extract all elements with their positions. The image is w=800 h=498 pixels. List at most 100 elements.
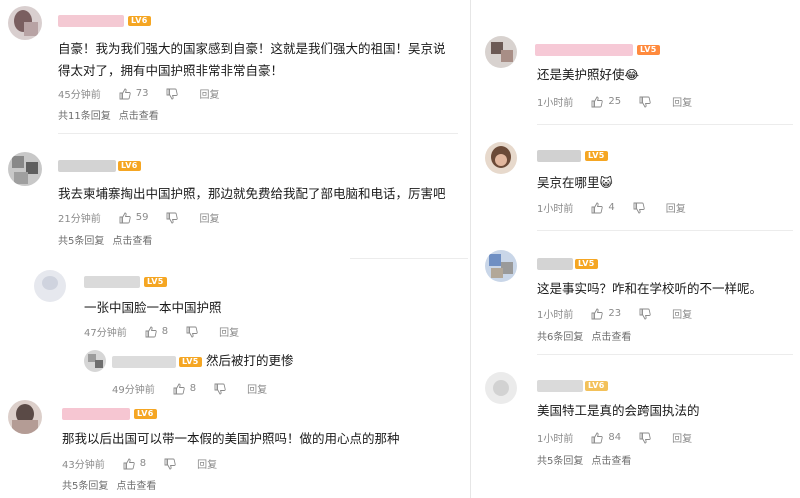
username-blurred[interactable] [537, 258, 573, 270]
dislike-icon[interactable] [214, 383, 226, 395]
reply-count: 共5条回复 [537, 456, 584, 467]
timestamp: 49分钟前 [112, 385, 155, 396]
dislike-icon[interactable] [186, 326, 198, 338]
dislike-icon[interactable] [166, 88, 179, 100]
right-comment-panel: LV5 还是美护照好使😂 1小时前 25 回复 LV5 吴京在哪里😺 1小时前 … [470, 0, 800, 498]
username-blurred[interactable] [58, 15, 124, 27]
timestamp: 1小时前 [537, 98, 574, 109]
comment-meta: 1小时前 23 回复 [537, 306, 692, 321]
level-badge: LV6 [128, 16, 151, 26]
like-icon[interactable] [119, 88, 131, 100]
reply-button[interactable]: 回复 [672, 94, 692, 109]
reply-button[interactable]: 回复 [666, 200, 686, 215]
like-icon[interactable] [119, 212, 131, 224]
dislike-icon[interactable] [639, 432, 651, 444]
reply-button[interactable]: 回复 [219, 324, 239, 339]
view-replies-action[interactable]: 点击查看 [112, 236, 152, 247]
avatar[interactable] [8, 400, 42, 434]
comment-meta: 49分钟前 8 回复 [112, 381, 267, 396]
dislike-icon[interactable] [639, 96, 651, 108]
like-count: 73 [135, 88, 149, 99]
like-count: 8 [189, 383, 197, 394]
comment-text: 自豪！我为我们强大的国家感到自豪！这就是我们强大的祖国！吴京说得太对了，拥有中国… [58, 41, 446, 78]
comment-text: 一张中国脸一本中国护照 [84, 300, 222, 315]
comment-meta: 1小时前 84 回复 [537, 430, 692, 445]
avatar[interactable] [485, 372, 517, 404]
like-icon[interactable] [591, 202, 604, 214]
comment-meta: 1小时前 25 回复 [537, 94, 692, 109]
divider [537, 354, 793, 355]
divider [537, 230, 793, 231]
view-replies-link[interactable]: 共6条回复 点击查看 [537, 328, 639, 343]
avatar[interactable] [485, 250, 517, 282]
view-replies-link[interactable]: 共5条回复 点击查看 [58, 232, 160, 247]
comment-text: 还是美护照好使😂 [537, 67, 640, 82]
username-blurred[interactable] [58, 160, 116, 172]
like-count: 59 [135, 212, 149, 223]
reply-button[interactable]: 回复 [247, 381, 267, 396]
username-blurred[interactable] [537, 380, 583, 392]
username-blurred[interactable] [537, 150, 581, 162]
like-icon[interactable] [591, 96, 604, 108]
avatar[interactable] [34, 270, 66, 302]
reply-button[interactable]: 回复 [199, 210, 219, 225]
avatar[interactable] [8, 6, 42, 40]
level-badge: LV6 [585, 381, 608, 391]
like-icon[interactable] [173, 383, 185, 395]
view-replies-action[interactable]: 点击查看 [119, 111, 159, 122]
view-replies-link[interactable]: 共5条回复 点击查看 [62, 477, 164, 492]
like-count: 84 [608, 432, 622, 443]
comment-text: 然后被打的更惨 [206, 353, 294, 368]
view-replies-link[interactable]: 共11条回复 点击查看 [58, 107, 167, 122]
dislike-icon[interactable] [164, 458, 176, 470]
dislike-icon[interactable] [639, 308, 651, 320]
avatar[interactable] [84, 350, 106, 372]
view-replies-action[interactable]: 点击查看 [116, 481, 156, 492]
timestamp: 1小时前 [537, 434, 574, 445]
avatar[interactable] [485, 36, 517, 68]
divider [350, 258, 468, 259]
like-count: 25 [608, 96, 622, 107]
comment-meta: 47分钟前 8 回复 [84, 324, 239, 339]
avatar[interactable] [485, 142, 517, 174]
like-icon[interactable] [123, 458, 135, 470]
like-icon[interactable] [591, 308, 604, 320]
username-blurred[interactable] [84, 276, 140, 288]
dislike-icon[interactable] [166, 212, 179, 224]
timestamp: 21分钟前 [58, 214, 101, 225]
level-badge: LV6 [118, 161, 141, 171]
username-blurred[interactable] [535, 44, 633, 56]
username-blurred[interactable] [112, 356, 176, 368]
view-replies-action[interactable]: 点击查看 [591, 456, 631, 467]
reply-count: 共11条回复 [58, 111, 111, 122]
avatar[interactable] [8, 152, 42, 186]
divider [537, 124, 793, 125]
like-icon[interactable] [591, 432, 604, 444]
view-replies-action[interactable]: 点击查看 [591, 332, 631, 343]
like-count: 8 [139, 458, 147, 469]
timestamp: 47分钟前 [84, 328, 127, 339]
level-badge: LV5 [179, 357, 202, 367]
dislike-icon[interactable] [633, 202, 645, 214]
reply-count: 共5条回复 [62, 481, 109, 492]
reply-count: 共5条回复 [58, 236, 105, 247]
reply-button[interactable]: 回复 [199, 86, 219, 101]
timestamp: 45分钟前 [58, 90, 101, 101]
username-blurred[interactable] [62, 408, 130, 420]
view-replies-link[interactable]: 共5条回复 点击查看 [537, 452, 639, 467]
like-icon[interactable] [145, 326, 157, 338]
reply-button[interactable]: 回复 [672, 306, 692, 321]
comment-meta: 43分钟前 8 回复 [62, 456, 217, 471]
comment-text: 我去柬埔寨掏出中国护照，那边就免费给我配了部电脑和电话，厉害吧 [58, 186, 446, 201]
comment-meta: 45分钟前 73 回复 [58, 86, 219, 101]
comment-meta: 1小时前 4 回复 [537, 200, 686, 215]
comment-text: 美国特工是真的会跨国执法的 [537, 403, 700, 418]
timestamp: 1小时前 [537, 204, 574, 215]
reply-button[interactable]: 回复 [672, 430, 692, 445]
left-comment-panel: LV6 自豪！我为我们强大的国家感到自豪！这就是我们强大的祖国！吴京说得太对了，… [0, 0, 468, 498]
level-badge: LV5 [585, 151, 608, 161]
divider [58, 133, 458, 134]
reply-count: 共6条回复 [537, 332, 584, 343]
reply-button[interactable]: 回复 [197, 456, 217, 471]
level-badge: LV6 [134, 409, 157, 419]
